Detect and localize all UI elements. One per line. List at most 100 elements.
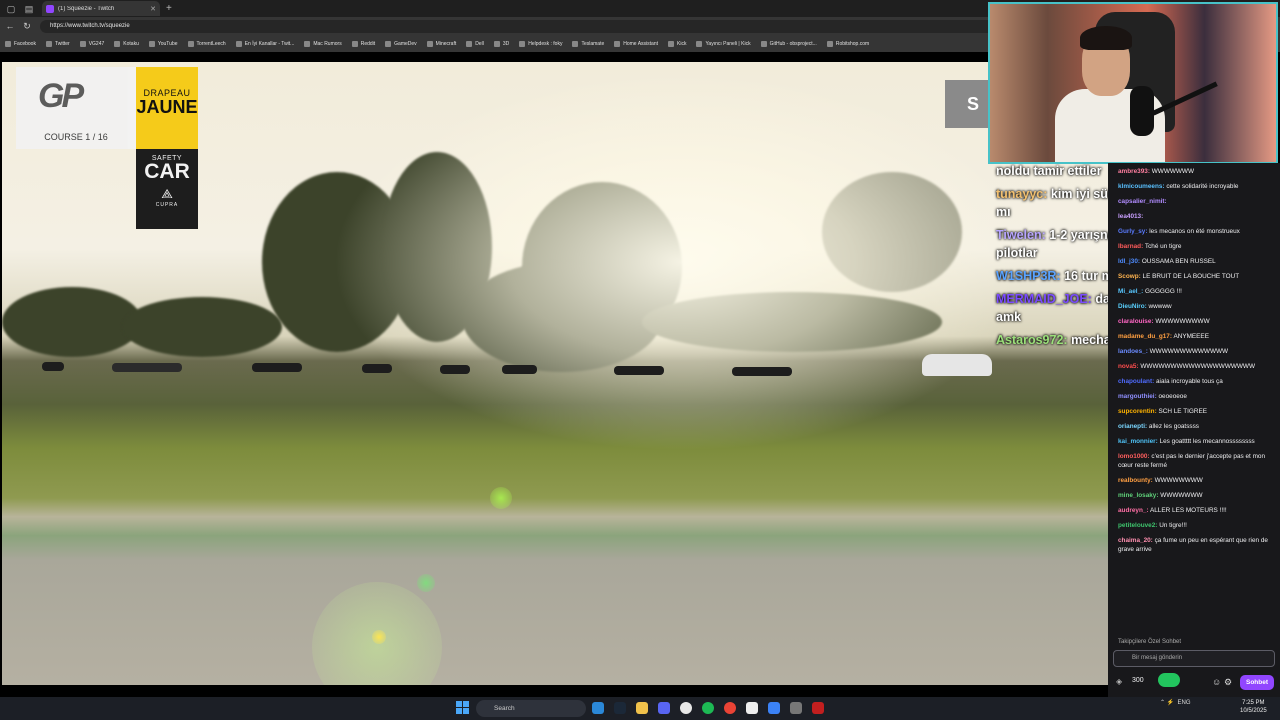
bookmark-item[interactable]: Mac Rumors — [299, 40, 346, 47]
new-tab-icon[interactable]: + — [166, 3, 172, 14]
bookmark-item[interactable]: Yayıncı Paneli | Kick — [691, 40, 755, 47]
chat-text: WWWWWWW — [1160, 492, 1203, 499]
bookmark-item[interactable]: 3D — [489, 40, 514, 47]
chat-username[interactable]: Scowp: — [1118, 273, 1141, 280]
bookmark-label: Twitter — [54, 40, 70, 47]
chat-input[interactable]: Bir mesaj gönderin — [1113, 650, 1275, 667]
chat-username[interactable]: claralouise: — [1118, 318, 1154, 325]
chat-username[interactable]: landoes_: — [1118, 348, 1148, 355]
cupra-logo-icon: ⟁ — [161, 186, 173, 201]
chat-username[interactable]: DieuNiro: — [1118, 303, 1147, 310]
obs-icon[interactable] — [790, 702, 802, 714]
chat-message: lea4013: — [1118, 212, 1274, 221]
taskbar-search[interactable]: Search — [476, 700, 586, 717]
chat-username[interactable]: Mi_ael_: — [1118, 288, 1143, 295]
browser-tab[interactable]: (1) Squeezie - Twitch ✕ — [42, 1, 160, 16]
chat-message: landoes_: WWWWWWWWWWWWW — [1118, 347, 1274, 356]
bookmark-label: Home Assistant — [623, 40, 658, 47]
chat-username[interactable]: kai_monnier: — [1118, 438, 1158, 445]
chat-username[interactable]: petitelouve2: — [1118, 522, 1157, 529]
tab-actions-icon[interactable]: ▤ — [22, 3, 36, 15]
taskbar-clock[interactable]: 7:25 PM 10/5/2025 — [1240, 699, 1267, 715]
claim-points-button[interactable] — [1158, 673, 1180, 687]
back-icon[interactable]: ← — [3, 21, 17, 31]
bookmark-item[interactable]: YouTube — [144, 40, 183, 47]
chat-message: Mi_ael_: GGGGGG !!! — [1118, 287, 1274, 296]
send-button[interactable]: Sohbet — [1240, 675, 1274, 690]
file-explorer-icon[interactable] — [636, 702, 648, 714]
app-icon[interactable] — [680, 702, 692, 714]
chat-message: lomo1000: c'est pas le dernier j'accepte… — [1118, 452, 1274, 470]
bookmark-item[interactable]: Home Assistant — [609, 40, 663, 47]
bookmark-item[interactable]: Reddit — [347, 40, 380, 47]
bookmark-item[interactable]: Robitshop.com — [822, 40, 874, 47]
bookmark-label: Robitshop.com — [835, 40, 870, 47]
chat-username[interactable]: nova5: — [1118, 363, 1139, 370]
start-button-icon[interactable] — [456, 701, 469, 714]
chat-message: nova5: WWWWWWWWWWWWWWWWWWW — [1118, 362, 1274, 371]
chrome-icon[interactable] — [724, 702, 736, 714]
bookmark-item[interactable]: En İyi Kanallar - Twit... — [231, 40, 300, 47]
chat-username[interactable]: orianepti: — [1118, 423, 1147, 430]
discord-icon[interactable] — [658, 702, 670, 714]
chat-username[interactable]: audreyn_: — [1118, 507, 1149, 514]
chat-username[interactable]: margouthiei: — [1118, 393, 1157, 400]
bookmark-item[interactable]: Kotaku — [109, 40, 144, 47]
bookmark-label: Reddit — [360, 40, 376, 47]
chat-username[interactable]: chapoulant: — [1118, 378, 1154, 385]
adobe-icon[interactable] — [812, 702, 824, 714]
bookmark-item[interactable]: GameDev — [380, 40, 422, 47]
browser-icon[interactable] — [768, 702, 780, 714]
chat-username[interactable]: capsalier_nimit: — [1118, 198, 1167, 205]
chat-text: WWWWWWWWW — [1155, 318, 1210, 325]
chat-username[interactable]: chaima_20: — [1118, 537, 1153, 544]
chat-text: Les goattttt les mecannossssssss — [1159, 438, 1255, 445]
bookmark-item[interactable]: GitHub - obsproject... — [756, 40, 822, 47]
safety-car-panel: SAFETY CAR ⟁ CUPRA — [136, 149, 198, 229]
chat-username[interactable]: klmicoumeens: — [1118, 183, 1165, 190]
chat-username[interactable]: supcorentin: — [1118, 408, 1157, 415]
bookmark-item[interactable]: Kick — [663, 40, 691, 47]
chat-username[interactable]: realbounty: — [1118, 477, 1153, 484]
chat-username[interactable]: mine_losaky: — [1118, 492, 1159, 499]
chat-username[interactable]: ldl_j30: — [1118, 258, 1140, 265]
chat-username[interactable]: ambre393: — [1118, 168, 1150, 175]
bookmark-label: YouTube — [157, 40, 178, 47]
chat-username[interactable]: Gurly_sy: — [1118, 228, 1147, 235]
bookmark-item[interactable]: Helpdesk : foky — [514, 40, 567, 47]
bookmark-favicon-icon — [696, 40, 703, 47]
edge-icon[interactable] — [592, 702, 604, 714]
bookmark-item[interactable]: Minecraft — [422, 40, 462, 47]
steam-icon[interactable] — [614, 702, 626, 714]
chat-message: margouthiei: oeoeoeoe — [1118, 392, 1274, 401]
overlay-chat-user: Astaros972: — [996, 333, 1068, 347]
spotify-icon[interactable] — [702, 702, 714, 714]
bookmark-item[interactable]: Dell — [461, 40, 489, 47]
chat-text: wwwww — [1148, 303, 1172, 310]
bookmark-item[interactable]: Twitter — [41, 40, 75, 47]
bookmark-favicon-icon — [426, 40, 433, 47]
chat-footer: Takipçilere Özel Sohbet Bir mesaj gönder… — [1108, 637, 1280, 697]
chat-text: WWWWWWW — [1151, 168, 1194, 175]
url-field[interactable]: https://www.twitch.tv/squeezie — [40, 19, 1010, 33]
chat-username[interactable]: madame_du_g17: — [1118, 333, 1172, 340]
reload-icon[interactable]: ↻ — [20, 21, 34, 32]
emote-icon[interactable]: ☺ — [1212, 677, 1221, 687]
settings-gear-icon[interactable]: ⚙ — [1224, 677, 1232, 688]
bookmark-item[interactable]: Teslamate — [567, 40, 609, 47]
chat-username[interactable]: lomo1000: — [1118, 453, 1150, 460]
bookmark-item[interactable]: TorrentLeech — [183, 40, 231, 47]
notion-icon[interactable] — [746, 702, 758, 714]
chat-username[interactable]: lbarnad: — [1118, 243, 1143, 250]
bookmark-item[interactable]: Facebook — [0, 40, 41, 47]
bookmark-favicon-icon — [572, 40, 579, 47]
bookmark-label: Mac Rumors — [313, 40, 342, 47]
window-menu-icon[interactable]: ▢ — [4, 3, 18, 15]
system-tray[interactable]: ⌃ ⚡ ENG — [1160, 699, 1191, 706]
close-tab-icon[interactable]: ✕ — [150, 5, 156, 13]
chat-message: petitelouve2: Un tigre!!! — [1118, 521, 1274, 530]
chat-text: WWWWWWWWWWWWW — [1149, 348, 1229, 355]
bookmark-item[interactable]: VG247 — [75, 40, 110, 47]
chat-username[interactable]: lea4013: — [1118, 213, 1143, 220]
overlay-chat-text: noldu tamir ettiler — [996, 164, 1102, 178]
